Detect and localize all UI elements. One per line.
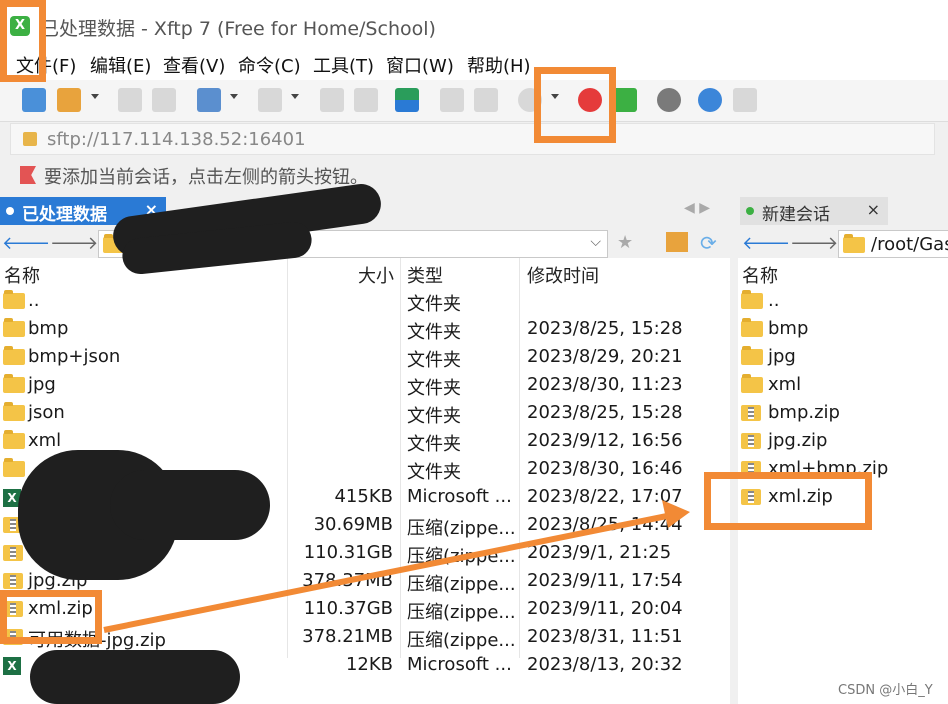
annotation-arrow: [103, 500, 690, 633]
watermark: CSDN @小白_Y: [838, 683, 933, 698]
